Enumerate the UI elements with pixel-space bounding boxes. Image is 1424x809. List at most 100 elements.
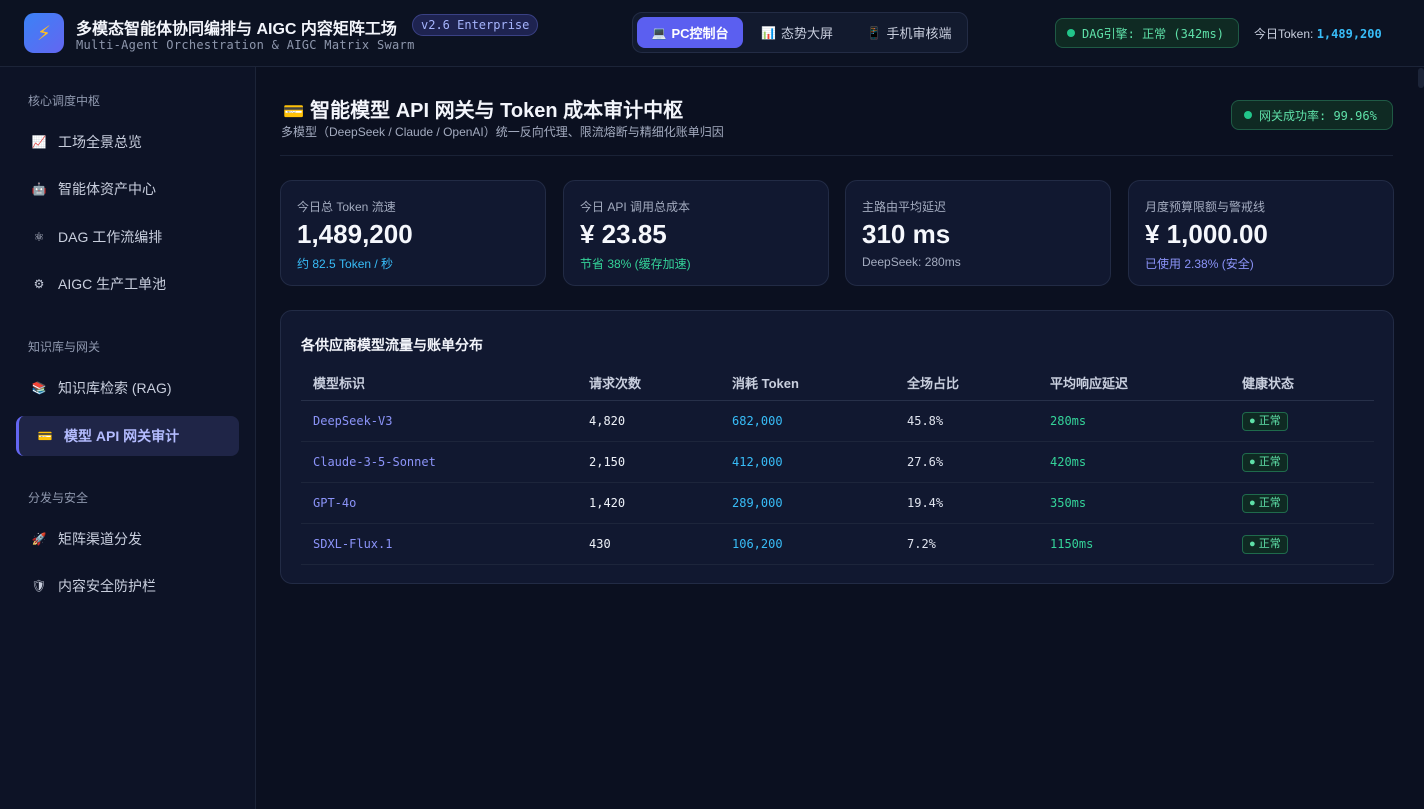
share-cell: 19.4% <box>907 496 944 510</box>
kpi-label: 今日 API 调用总成本 <box>580 200 691 214</box>
share-cell: 27.6% <box>907 455 944 469</box>
health-cell: ● 正常 <box>1242 483 1288 523</box>
column-header: 消耗 Token <box>732 376 799 391</box>
atom-icon: ⚛ <box>33 230 45 244</box>
view-switcher: 💻 PC控制台 📊 态势大屏 📱 手机审核端 <box>632 12 968 53</box>
sidebar-item-agent-assets[interactable]: 🤖 智能体资产中心 <box>16 169 239 209</box>
sidebar-section-title: 核心调度中枢 <box>28 94 101 108</box>
bar-chart-icon: 📊 <box>761 25 776 40</box>
kpi-value: 1,489,200 <box>297 219 413 249</box>
status-dot-icon <box>1244 111 1252 119</box>
column-header: 请求次数 <box>589 376 642 391</box>
lightning-icon: ⚡ <box>24 13 64 53</box>
today-token-counter: 今日Token: 1,489,200 <box>1254 25 1382 42</box>
model-id-cell: GPT-4o <box>313 496 357 510</box>
divider <box>280 155 1393 156</box>
robot-icon: 🤖 <box>31 182 47 196</box>
sidebar-item-content-safety[interactable]: 🛡 内容安全防护栏 <box>16 566 239 606</box>
model-traffic-table: 模型标识 请求次数 消耗 Token 全场占比 平均响应延迟 健康状态 Deep… <box>301 369 1374 565</box>
tab-mobile-review[interactable]: 📱 手机审核端 <box>855 17 963 48</box>
engine-status-text: DAG引擎: 正常 (342ms) <box>1082 26 1224 41</box>
kpi-note: 约 82.5 Token / 秒 <box>297 257 394 271</box>
kpi-label: 今日总 Token 流速 <box>297 200 396 214</box>
tab-pc-console[interactable]: 💻 PC控制台 <box>637 17 743 48</box>
sidebar-item-factory-overview[interactable]: 📈 工场全景总览 <box>16 122 239 162</box>
kpi-label: 月度预算限额与警戒线 <box>1145 200 1266 214</box>
share-cell: 7.2% <box>907 537 936 551</box>
latency-cell: 1150ms <box>1050 537 1094 551</box>
latency-cell: 420ms <box>1050 455 1087 469</box>
kpi-note: 已使用 2.38% (安全) <box>1145 257 1254 271</box>
column-header: 健康状态 <box>1242 376 1295 391</box>
table-row[interactable]: GPT-4o 1,420 289,000 19.4% 350ms ● 正常 <box>301 483 1374 524</box>
kpi-card-route-latency: 主路由平均延迟 310 ms DeepSeek: 280ms <box>845 180 1111 286</box>
sidebar-item-label: 内容安全防护栏 <box>58 578 156 594</box>
trend-chart-icon: 📈 <box>31 135 47 149</box>
table-row[interactable]: SDXL-Flux.1 430 106,200 7.2% 1150ms ● 正常 <box>301 524 1374 565</box>
column-header: 平均响应延迟 <box>1050 376 1129 391</box>
vertical-scrollbar[interactable] <box>1417 67 1424 809</box>
health-cell: ● 正常 <box>1242 442 1288 482</box>
kpi-card-monthly-budget: 月度预算限额与警戒线 ¥ 1,000.00 已使用 2.38% (安全) <box>1128 180 1394 286</box>
laptop-icon: 💻 <box>651 25 667 40</box>
table-row[interactable]: DeepSeek-V3 4,820 682,000 45.8% 280ms ● … <box>301 401 1374 442</box>
kpi-value: ¥ 1,000.00 <box>1145 219 1268 249</box>
sidebar: 核心调度中枢 📈 工场全景总览 🤖 智能体资产中心 ⚛ DAG 工作流编排 ⚙ … <box>0 67 256 809</box>
tab-situation-screen[interactable]: 📊 态势大屏 <box>749 17 845 48</box>
latency-cell: 350ms <box>1050 496 1087 510</box>
dag-engine-status: DAG引擎: 正常 (342ms) <box>1055 18 1239 48</box>
tokens-cell: 412,000 <box>732 455 783 469</box>
column-header: 模型标识 <box>313 376 366 391</box>
sidebar-item-label: 工场全景总览 <box>58 134 142 150</box>
token-today-label: 今日Token: <box>1254 27 1314 41</box>
health-cell: ● 正常 <box>1242 524 1288 564</box>
kpi-card-token-flow: 今日总 Token 流速 1,489,200 约 82.5 Token / 秒 <box>280 180 546 286</box>
sidebar-item-label: 知识库检索 (RAG) <box>58 380 172 396</box>
health-status-badge: ● 正常 <box>1242 452 1288 472</box>
sidebar-item-label: AIGC 生产工单池 <box>58 276 167 292</box>
requests-cell: 4,820 <box>589 414 626 428</box>
status-dot-icon <box>1067 29 1075 37</box>
table-header-row: 模型标识 请求次数 消耗 Token 全场占比 平均响应延迟 健康状态 <box>301 369 1374 401</box>
sidebar-item-rag-search[interactable]: 📚 知识库检索 (RAG) <box>16 368 239 408</box>
app-subtitle: Multi-Agent Orchestration & AIGC Matrix … <box>76 38 415 52</box>
scrollbar-thumb[interactable] <box>1418 68 1424 88</box>
health-cell: ● 正常 <box>1242 401 1288 441</box>
share-cell: 45.8% <box>907 414 944 428</box>
model-traffic-table-card: 各供应商模型流量与账单分布 模型标识 请求次数 消耗 Token 全场占比 平均… <box>280 310 1394 584</box>
tokens-cell: 106,200 <box>732 537 783 551</box>
sidebar-item-aigc-work-orders[interactable]: ⚙ AIGC 生产工单池 <box>16 264 239 304</box>
kpi-note: 节省 38% (缓存加速) <box>580 257 691 271</box>
kpi-label: 主路由平均延迟 <box>862 200 947 214</box>
latency-cell: 280ms <box>1050 414 1087 428</box>
sidebar-item-api-gateway-audit[interactable]: 💳 模型 API 网关审计 <box>16 416 239 456</box>
table-row[interactable]: Claude-3-5-Sonnet 2,150 412,000 27.6% 42… <box>301 442 1374 483</box>
table-title: 各供应商模型流量与账单分布 <box>301 337 483 353</box>
requests-cell: 2,150 <box>589 455 626 469</box>
model-id-cell: Claude-3-5-Sonnet <box>313 455 436 469</box>
app-title: 多模态智能体协同编排与 AIGC 内容矩阵工场 <box>76 21 397 38</box>
kpi-card-api-cost: 今日 API 调用总成本 ¥ 23.85 节省 38% (缓存加速) <box>563 180 829 286</box>
kpi-note: DeepSeek: 280ms <box>862 255 961 269</box>
credit-card-icon: 💳 <box>37 429 53 443</box>
page-subtitle: 多模型（DeepSeek / Claude / OpenAI）统一反向代理、限流… <box>281 125 724 139</box>
sidebar-item-channel-distribution[interactable]: 🚀 矩阵渠道分发 <box>16 519 239 559</box>
books-icon: 📚 <box>31 381 47 395</box>
tokens-cell: 682,000 <box>732 414 783 428</box>
sidebar-item-label: 模型 API 网关审计 <box>64 428 180 444</box>
shield-icon: 🛡 <box>31 579 47 593</box>
requests-cell: 1,420 <box>589 496 626 510</box>
page-title: 💳 智能模型 API 网关与 Token 成本审计中枢 <box>283 94 683 123</box>
model-id-cell: SDXL-Flux.1 <box>313 537 393 551</box>
credit-card-icon: 💳 <box>283 102 305 121</box>
kpi-value: 310 ms <box>862 219 951 249</box>
sidebar-item-label: DAG 工作流编排 <box>58 229 163 245</box>
gateway-rate-text: 网关成功率: 99.96% <box>1259 108 1377 123</box>
sidebar-item-label: 矩阵渠道分发 <box>58 531 142 547</box>
sidebar-item-dag-workflow[interactable]: ⚛ DAG 工作流编排 <box>16 217 239 257</box>
gateway-success-rate-badge: 网关成功率: 99.96% <box>1231 100 1393 130</box>
rocket-icon: 🚀 <box>31 532 47 546</box>
gear-icon: ⚙ <box>33 277 45 291</box>
health-status-badge: ● 正常 <box>1242 493 1288 513</box>
column-header: 全场占比 <box>907 376 960 391</box>
